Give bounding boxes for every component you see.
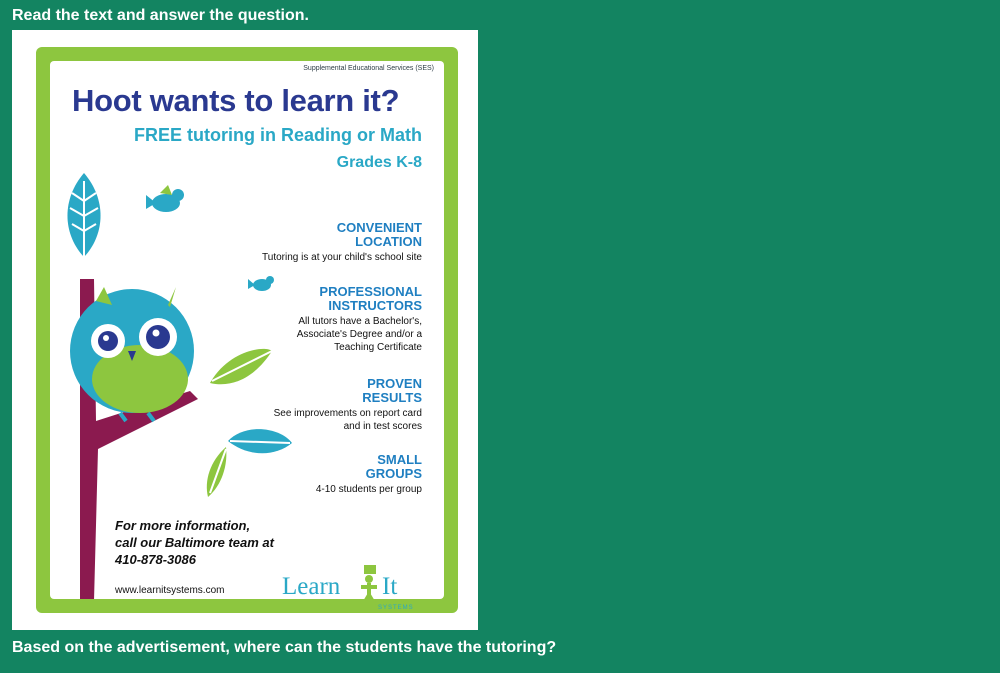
feature-small-groups: SMALL GROUPS 4-10 students per group (202, 453, 422, 496)
leaf-icon (67, 173, 101, 257)
feature-desc: All tutors have a Bachelor's, Associate'… (296, 316, 422, 353)
feature-title: CONVENIENT LOCATION (336, 220, 422, 249)
feature-proven-results: PROVEN RESULTS See improvements on repor… (202, 377, 422, 433)
feature-desc: 4-10 students per group (315, 484, 422, 495)
logo-it-text: It (382, 573, 398, 600)
feature-desc: Tutoring is at your child's school site (262, 252, 422, 263)
advertisement-image: Supplemental Educational Services (SES) … (12, 30, 478, 630)
flyer-headline: Hoot wants to learn it? (72, 83, 400, 118)
feature-title: PROFESSIONAL INSTRUCTORS (319, 284, 422, 313)
grades-label: Grades K-8 (336, 154, 422, 171)
feature-title: SMALL GROUPS (365, 452, 422, 481)
feature-professional-instructors: PROFESSIONAL INSTRUCTORS All tutors have… (202, 285, 422, 354)
website-url: www.learnitsystems.com (115, 585, 225, 596)
feature-desc: See improvements on report card and in t… (273, 408, 422, 432)
logo-learn-text: Learn (282, 573, 341, 600)
logo-figure-icon (361, 565, 377, 605)
contact-info: For more information, call our Baltimore… (115, 518, 274, 567)
question-text: Based on the advertisement, where can th… (12, 639, 557, 656)
flyer-border: Supplemental Educational Services (SES) … (36, 47, 458, 613)
bird-icon (146, 185, 184, 212)
learnit-logo: Learn It SYSTEMS (282, 565, 432, 615)
instruction-text: Read the text and answer the question. (12, 7, 309, 24)
feature-convenient-location: CONVENIENT LOCATION Tutoring is at your … (202, 221, 422, 264)
flyer-subhead: FREE tutoring in Reading or Math (134, 125, 422, 145)
flyer-content: Supplemental Educational Services (SES) … (50, 61, 444, 611)
ses-label: Supplemental Educational Services (SES) (303, 65, 434, 72)
feature-title: PROVEN RESULTS (362, 376, 422, 405)
logo-systems-text: SYSTEMS (378, 605, 414, 611)
